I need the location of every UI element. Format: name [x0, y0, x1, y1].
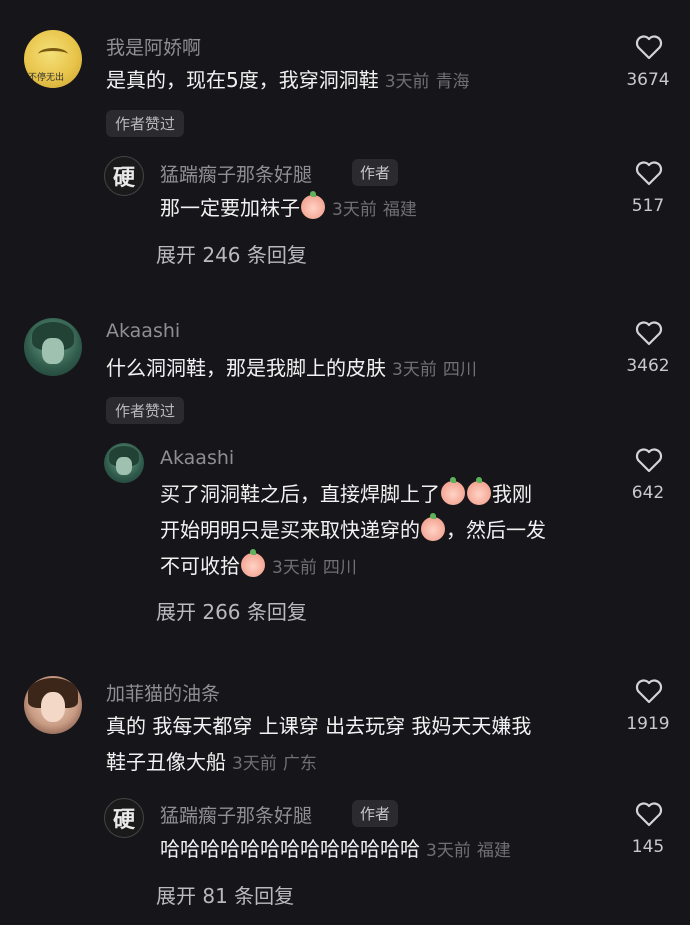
avatar-face [116, 457, 132, 475]
avatar[interactable] [24, 318, 82, 376]
avatar[interactable]: 硬 [104, 798, 144, 838]
comment-body: 鞋子丑像大船 [106, 750, 226, 774]
comment-author[interactable]: 加菲猫的油条 [106, 679, 220, 706]
comment-text-line-2: 鞋子丑像大船 3天前 广东 [106, 744, 317, 782]
expand-replies-button[interactable]: 展开 81 条回复 [156, 880, 294, 909]
like-count: 642 [631, 483, 665, 503]
reply-body: 那一定要加袜子 [160, 196, 300, 220]
comment-time: 3天前 [232, 754, 277, 774]
like-count: 3462 [626, 356, 670, 376]
avatar-glyph: 硬 [112, 165, 135, 191]
reply-body-tail: ，然后一发 [446, 518, 546, 542]
comment-location: 广东 [282, 754, 317, 774]
expand-replies-button[interactable]: 展开 246 条回复 [156, 239, 307, 268]
like-count: 3674 [626, 70, 670, 90]
like-count: 145 [631, 837, 665, 857]
comment-text-line-1: 真的 我每天都穿 上课穿 出去玩穿 我妈天天嫌我 [106, 714, 532, 738]
reply-text: 那一定要加袜子 3天前 福建 [160, 190, 417, 228]
heart-outline-icon[interactable] [635, 34, 663, 60]
like-count: 517 [631, 196, 665, 216]
like-count: 1919 [626, 714, 670, 734]
heart-outline-icon[interactable] [635, 320, 663, 346]
reply-text-line-3: 不可收拾 3天前 四川 [160, 548, 357, 586]
avatar[interactable]: 硬 [104, 156, 144, 196]
avatar[interactable]: 不停无出 [24, 30, 82, 88]
avatar-face [41, 692, 65, 722]
avatar[interactable] [24, 676, 82, 734]
author-liked-badge: 作者赞过 [106, 110, 185, 137]
avatar-text: 不停无出 [28, 73, 65, 83]
reply-body: 不可收拾 [160, 554, 240, 578]
comment-text: 什么洞洞鞋，那是我脚上的皮肤 3天前 四川 [106, 350, 477, 388]
avatar-face [42, 338, 64, 364]
crying-peach-emoji [421, 513, 445, 541]
heart-outline-icon[interactable] [635, 447, 663, 473]
reply-author[interactable]: 猛踹瘸子那条好腿 [160, 801, 312, 828]
comment-author[interactable]: 我是阿娇啊 [106, 33, 201, 60]
reply-author[interactable]: 猛踹瘸子那条好腿 [160, 160, 312, 187]
reply-time: 3天前 [272, 558, 317, 578]
comment-author[interactable]: Akaashi [106, 320, 180, 342]
peach-face-emoji [241, 549, 265, 577]
reply-body: 哈哈哈哈哈哈哈哈哈哈哈哈哈 [160, 837, 420, 861]
author-liked-badge: 作者赞过 [106, 397, 185, 424]
comment-body: 什么洞洞鞋，那是我脚上的皮肤 [106, 356, 386, 380]
reply-body-tail: 我刚 [492, 482, 532, 506]
peach-face-emoji [301, 191, 325, 219]
author-tag: 作者 [352, 159, 399, 186]
reply-time: 3天前 [332, 200, 377, 220]
avatar[interactable] [104, 443, 144, 483]
comment-text: 是真的，现在5度，我穿洞洞鞋 3天前 青海 [106, 62, 470, 100]
reply-text-line-2: 开始明明只是买来取快递穿的 ，然后一发 [160, 512, 546, 548]
reply-body: 买了洞洞鞋之后，直接焊脚上了 [160, 482, 440, 506]
reply-location: 四川 [322, 558, 357, 578]
comment-location: 四川 [442, 360, 477, 380]
peach-face-emoji [467, 477, 491, 505]
reply-time: 3天前 [426, 841, 471, 861]
author-tag: 作者 [352, 800, 399, 827]
reply-location: 福建 [382, 200, 417, 220]
reply-author[interactable]: Akaashi [160, 447, 234, 469]
comment-location: 青海 [435, 72, 470, 92]
reply-text-line-1: 买了洞洞鞋之后，直接焊脚上了 我刚 [160, 476, 532, 512]
heart-outline-icon[interactable] [635, 160, 663, 186]
avatar-glyph: 硬 [112, 807, 135, 833]
comment-time: 3天前 [392, 360, 437, 380]
comment-body: 是真的，现在5度，我穿洞洞鞋 [106, 68, 379, 92]
peach-face-emoji [441, 477, 465, 505]
expand-replies-button[interactable]: 展开 266 条回复 [156, 596, 307, 625]
comment-time: 3天前 [384, 72, 430, 92]
reply-text: 哈哈哈哈哈哈哈哈哈哈哈哈哈 3天前 福建 [160, 831, 511, 869]
avatar-face [38, 48, 68, 61]
reply-body: 开始明明只是买来取快递穿的 [160, 518, 420, 542]
heart-outline-icon[interactable] [635, 801, 663, 827]
reply-location: 福建 [476, 841, 511, 861]
heart-outline-icon[interactable] [635, 678, 663, 704]
